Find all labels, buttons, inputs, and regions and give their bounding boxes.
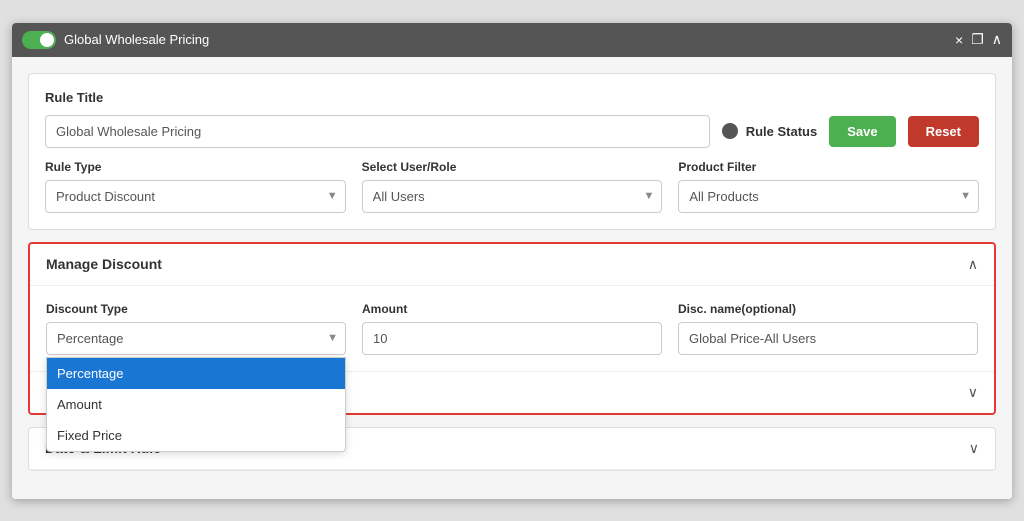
rule-type-select-wrapper: Product Discount Category Discount Fixed… bbox=[45, 180, 346, 213]
disc-name-label: Disc. name(optional) bbox=[678, 302, 978, 316]
manage-discount-header[interactable]: Manage Discount ∧ bbox=[30, 244, 994, 286]
rule-title-card: Rule Title Rule Status Save Reset Rule T… bbox=[28, 73, 996, 230]
user-role-select[interactable]: All Users Registered Users Wholesale Use… bbox=[362, 180, 663, 213]
rule-type-row: Rule Type Product Discount Category Disc… bbox=[45, 160, 979, 213]
app-window: Global Wholesale Pricing × ❐ ∧ Rule Titl… bbox=[12, 23, 1012, 499]
rule-type-group: Rule Type Product Discount Category Disc… bbox=[45, 160, 346, 213]
manage-discount-title: Manage Discount bbox=[46, 256, 162, 272]
rule-title-input[interactable] bbox=[45, 115, 710, 148]
discount-type-select[interactable]: Percentage Amount Fixed Price bbox=[46, 322, 346, 355]
status-dot bbox=[722, 123, 738, 139]
rule-type-select[interactable]: Product Discount Category Discount Fixed… bbox=[45, 180, 346, 213]
save-button[interactable]: Save bbox=[829, 116, 895, 147]
amount-label: Amount bbox=[362, 302, 662, 316]
discount-row: Discount Type Percentage Amount Fixed Pr… bbox=[46, 302, 978, 355]
disc-name-input[interactable] bbox=[678, 322, 978, 355]
discount-type-dropdown-menu: Percentage Amount Fixed Price bbox=[46, 357, 346, 452]
collapse-button[interactable]: ∧ bbox=[992, 31, 1002, 48]
rule-status-group: Rule Status bbox=[722, 123, 818, 139]
dropdown-item-amount[interactable]: Amount bbox=[47, 389, 345, 420]
amount-input[interactable] bbox=[362, 322, 662, 355]
discount-type-dropdown-wrapper: Percentage Amount Fixed Price ▼ Percenta… bbox=[46, 322, 346, 355]
product-filter-select[interactable]: All Products Specific Products Category bbox=[678, 180, 979, 213]
select-user-role-label: Select User/Role bbox=[362, 160, 663, 174]
dropdown-item-fixed-price[interactable]: Fixed Price bbox=[47, 420, 345, 451]
titlebar-left: Global Wholesale Pricing bbox=[22, 31, 209, 49]
product-filter-label: Product Filter bbox=[678, 160, 979, 174]
main-content: Rule Title Rule Status Save Reset Rule T… bbox=[12, 57, 1012, 499]
manage-discount-card: Manage Discount ∧ Discount Type Percenta… bbox=[28, 242, 996, 415]
rule-title-label: Rule Title bbox=[45, 90, 979, 105]
titlebar-title: Global Wholesale Pricing bbox=[64, 32, 209, 47]
date-limit-chevron-icon[interactable]: ∨ bbox=[969, 440, 979, 457]
copy-button[interactable]: ❐ bbox=[971, 31, 984, 48]
reset-button[interactable]: Reset bbox=[908, 116, 979, 147]
titlebar: Global Wholesale Pricing × ❐ ∧ bbox=[12, 23, 1012, 57]
discount-type-label: Discount Type bbox=[46, 302, 346, 316]
select-user-role-group: Select User/Role All Users Registered Us… bbox=[362, 160, 663, 213]
rule-status-label: Rule Status bbox=[746, 124, 818, 139]
rule-type-label: Rule Type bbox=[45, 160, 346, 174]
product-filter-group: Product Filter All Products Specific Pro… bbox=[678, 160, 979, 213]
amount-group: Amount bbox=[362, 302, 662, 355]
conditions-chevron-icon[interactable]: ∨ bbox=[968, 384, 978, 401]
discount-type-group: Discount Type Percentage Amount Fixed Pr… bbox=[46, 302, 346, 355]
close-button[interactable]: × bbox=[955, 32, 963, 48]
rule-title-row: Rule Status Save Reset bbox=[45, 115, 979, 148]
manage-discount-collapse-icon[interactable]: ∧ bbox=[968, 256, 978, 273]
dropdown-item-percentage[interactable]: Percentage bbox=[47, 358, 345, 389]
titlebar-toggle[interactable] bbox=[22, 31, 56, 49]
discount-type-select-wrapper: Percentage Amount Fixed Price ▼ bbox=[46, 322, 346, 355]
titlebar-controls: × ❐ ∧ bbox=[955, 31, 1002, 48]
product-filter-select-wrapper: All Products Specific Products Category … bbox=[678, 180, 979, 213]
manage-discount-body: Discount Type Percentage Amount Fixed Pr… bbox=[30, 286, 994, 371]
user-role-select-wrapper: All Users Registered Users Wholesale Use… bbox=[362, 180, 663, 213]
disc-name-group: Disc. name(optional) bbox=[678, 302, 978, 355]
